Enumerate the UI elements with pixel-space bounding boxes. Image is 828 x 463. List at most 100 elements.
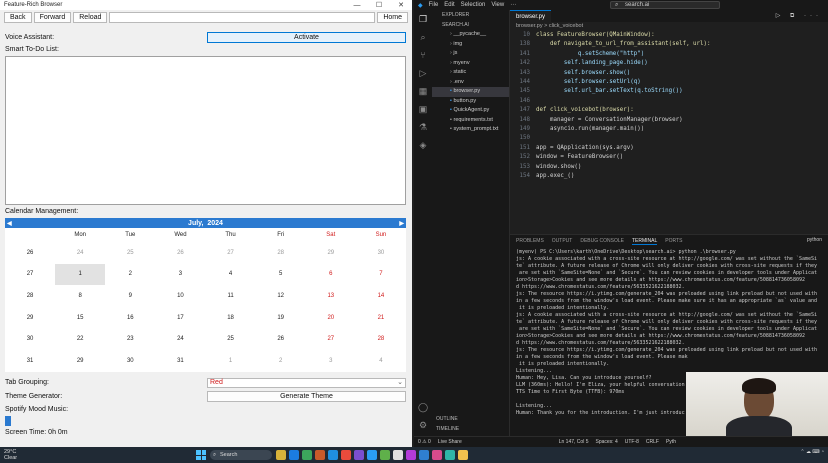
terminal-kind[interactable]: python	[807, 237, 822, 243]
status-language[interactable]: Pyth	[666, 437, 676, 447]
calendar-day[interactable]: 13	[306, 285, 356, 307]
status-spaces[interactable]: Spaces: 4	[595, 437, 617, 447]
account-icon[interactable]: ◯	[414, 398, 432, 416]
code-lines[interactable]: 10 class FeatureBrowser(QMainWindow): 138 …	[510, 31, 828, 182]
start-icon[interactable]	[196, 450, 206, 460]
taskbar-app-icon[interactable]	[458, 450, 468, 460]
calendar-day[interactable]: 24	[55, 242, 105, 264]
calendar-day[interactable]: 29	[306, 242, 356, 264]
calendar-day[interactable]: 21	[356, 307, 406, 329]
taskbar-app-icon[interactable]	[367, 450, 377, 460]
todo-list[interactable]	[5, 56, 406, 205]
panel-tab[interactable]: DEBUG CONSOLE	[580, 238, 624, 244]
calendar-day[interactable]: 3	[155, 264, 205, 286]
code-line[interactable]: 149 asyncio.run(manager.main())	[510, 125, 828, 134]
explorer-icon[interactable]: ❐	[414, 10, 432, 28]
file-item[interactable]: ▪ system_prompt.txt	[432, 125, 509, 135]
calendar-day[interactable]: 28	[256, 242, 306, 264]
extensions-icon[interactable]: ▦	[414, 82, 432, 100]
code-line[interactable]: 151 app = QApplication(sys.argv)	[510, 144, 828, 153]
calendar-day[interactable]: 25	[105, 242, 155, 264]
home-button[interactable]: Home	[377, 11, 408, 23]
calendar-day[interactable]: 10	[155, 285, 205, 307]
taskbar-app-icon[interactable]	[341, 450, 351, 460]
code-line[interactable]: 150	[510, 134, 828, 143]
taskbar-app-icon[interactable]	[315, 450, 325, 460]
forward-button[interactable]: Forward	[33, 11, 72, 23]
url-bar[interactable]	[109, 11, 376, 23]
taskbar-app-icon[interactable]	[302, 450, 312, 460]
file-item[interactable]: › img	[432, 40, 509, 50]
tab-grouping-select[interactable]: Red ⌄	[207, 378, 406, 388]
calendar-day[interactable]: 4	[356, 350, 406, 372]
file-item[interactable]: ▪ QuickAgent.py	[432, 106, 509, 116]
calendar-day[interactable]: 1	[55, 263, 106, 286]
calendar-day[interactable]: 14	[356, 285, 406, 307]
remote-explorer-icon[interactable]: ▣	[414, 100, 432, 118]
run-debug-icon[interactable]: ▷	[414, 64, 432, 82]
status-liveshare[interactable]: Live Share	[438, 437, 462, 447]
calendar-day[interactable]: 26	[155, 242, 205, 264]
system-tray[interactable]: ⌃ ☁ ⌨ ◔	[800, 449, 824, 455]
menu-edit[interactable]: Edit	[444, 2, 454, 8]
testing-icon[interactable]: ⚗	[414, 118, 432, 136]
file-item[interactable]: › myenv	[432, 59, 509, 69]
code-line[interactable]: 10 class FeatureBrowser(QMainWindow):	[510, 31, 828, 40]
code-line[interactable]: 154 app.exec_()	[510, 172, 828, 181]
calendar-day[interactable]: 20	[306, 307, 356, 329]
settings-gear-icon[interactable]: ⚙	[414, 416, 432, 434]
status-encoding[interactable]: UTF-8	[625, 437, 639, 447]
code-line[interactable]: 143 self.browser.show()	[510, 69, 828, 78]
taskbar-app-icon[interactable]	[393, 450, 403, 460]
code-line[interactable]: 148 manager = ConversationManager(browse…	[510, 116, 828, 125]
docker-icon[interactable]: ◈	[414, 136, 432, 154]
file-item[interactable]: › js	[432, 49, 509, 59]
more-menu-icon[interactable]: ···	[510, 2, 516, 8]
menu-file[interactable]: File	[429, 2, 439, 8]
spotify-widget[interactable]	[5, 416, 11, 426]
generate-theme-button[interactable]: Generate Theme	[207, 391, 406, 402]
panel-tab[interactable]: PORTS	[665, 238, 682, 244]
taskbar-app-icon[interactable]	[432, 450, 442, 460]
status-position[interactable]: Ln 147, Col 5	[559, 437, 589, 447]
taskbar-app-icon[interactable]	[419, 450, 429, 460]
next-month-icon[interactable]: ▶	[399, 220, 404, 227]
command-search[interactable]: ⌕ search.ai	[610, 1, 720, 9]
file-item[interactable]: › __pycache__	[432, 30, 509, 40]
calendar-day[interactable]: 15	[55, 307, 105, 329]
calendar-day[interactable]: 1	[206, 350, 256, 372]
code-line[interactable]: 138 def navigate_to_url_from_assistant(s…	[510, 40, 828, 49]
calendar-day[interactable]: 27	[206, 242, 256, 264]
file-item[interactable]: ▪ browser.py	[432, 87, 509, 97]
file-item[interactable]: ▪ button.py	[432, 97, 509, 107]
calendar-day[interactable]: 5	[256, 264, 306, 286]
code-line[interactable]: 146	[510, 97, 828, 106]
source-control-icon[interactable]: ⑂	[414, 46, 432, 64]
taskbar-app-icon[interactable]	[276, 450, 286, 460]
calendar-day[interactable]: 12	[256, 285, 306, 307]
calendar-day[interactable]: 7	[356, 264, 406, 286]
panel-tab[interactable]: TERMINAL	[631, 238, 658, 245]
calendar-day[interactable]: 2	[105, 264, 155, 286]
calendar-day[interactable]: 24	[155, 328, 205, 350]
minimize-icon[interactable]: —	[346, 2, 368, 9]
reload-button[interactable]: Reload	[73, 11, 108, 23]
project-name[interactable]: SEARCH.AI	[432, 20, 509, 30]
taskbar-search[interactable]: ⌕ Search	[210, 450, 272, 460]
status-problems[interactable]: 0 ⚠ 0	[418, 437, 431, 447]
code-line[interactable]: 144 self.browser.setUrl(q)	[510, 78, 828, 87]
taskbar-app-icon[interactable]	[289, 450, 299, 460]
code-line[interactable]: 152 window = FeatureBrowser()	[510, 153, 828, 162]
editor-actions-icon[interactable]: ▷ ⧉ ···	[776, 12, 828, 20]
timeline-section[interactable]: TIMELINE	[432, 426, 510, 432]
status-eol[interactable]: CRLF	[646, 437, 659, 447]
calendar-day[interactable]: 25	[206, 328, 256, 350]
prev-month-icon[interactable]: ◀	[7, 220, 12, 227]
code-line[interactable]: 153 window.show()	[510, 163, 828, 172]
code-line[interactable]: 147 def click_voicebot(browser):	[510, 106, 828, 115]
taskbar-app-icon[interactable]	[445, 450, 455, 460]
menu-selection[interactable]: Selection	[461, 2, 486, 8]
calendar-day[interactable]: 18	[206, 307, 256, 329]
calendar-day[interactable]: 27	[306, 328, 356, 350]
calendar-day[interactable]: 31	[155, 350, 205, 372]
